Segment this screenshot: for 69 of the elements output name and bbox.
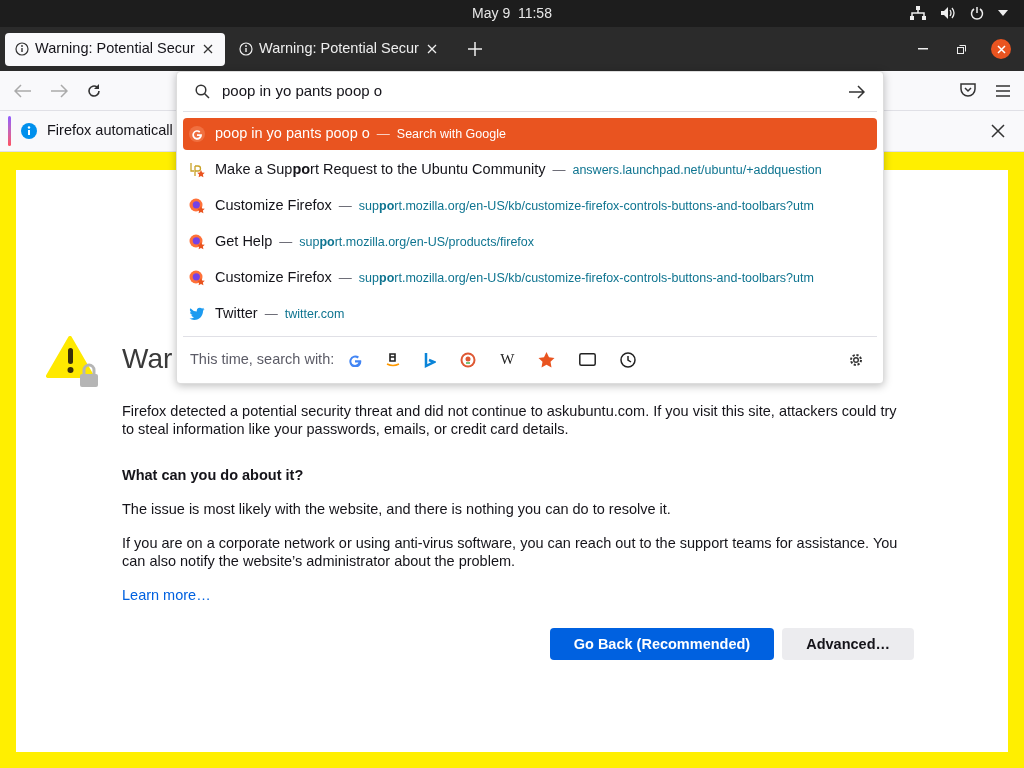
letter-b-icon[interactable] xyxy=(424,351,437,368)
pocket-icon[interactable] xyxy=(960,83,976,98)
result-url: support.mozilla.org/en-US/kb/customize-firefox-controls-buttons-and-toolbars?utm xyxy=(358,269,814,287)
result-url: support.mozilla.org/en-US/kb/customize-firefox-controls-buttons-and-toolbars?utm xyxy=(358,197,814,215)
minimize-icon xyxy=(918,48,928,50)
clock-icon[interactable] xyxy=(620,351,637,368)
search-with-label: This time, search with: xyxy=(190,349,335,369)
info-icon xyxy=(15,42,29,56)
separator-dash: — xyxy=(264,305,278,324)
result-title: Get Help xyxy=(215,232,273,252)
search-action-text: Search with Google xyxy=(396,125,506,143)
menu-icon[interactable] xyxy=(996,84,1010,97)
browser-tab[interactable]: Warning: Potential Secur xyxy=(5,32,225,66)
bookmark-star-icon[interactable] xyxy=(538,351,556,368)
result-title: Customize Firefox xyxy=(215,268,332,288)
result-row[interactable]: Customize Firefox — support.mozilla.org/en-US/kb/customize-firefox-controls-buttons-and-toolbars?utm xyxy=(183,190,877,222)
lp-star-icon xyxy=(189,162,205,178)
reload-icon[interactable] xyxy=(86,82,102,99)
close-icon xyxy=(996,44,1006,54)
advanced-button[interactable]: Advanced… xyxy=(782,628,914,660)
result-title: Customize Firefox xyxy=(215,196,332,216)
volume-icon[interactable] xyxy=(940,6,956,20)
tab-title: Warning: Potential Secur xyxy=(259,39,419,59)
separator-dash: — xyxy=(552,161,566,180)
network-icon[interactable] xyxy=(910,6,926,20)
tab-icon[interactable] xyxy=(579,353,597,366)
g-letter-icon xyxy=(189,126,205,142)
result-row[interactable]: Make a Support Request to the Ubuntu Community — answers.launchpad.net/ubuntu/+addquestion xyxy=(183,154,877,186)
result-url: answers.launchpad.net/ubuntu/+addquestion xyxy=(572,161,822,179)
close-tab-button[interactable] xyxy=(425,42,439,56)
clock[interactable]: May 9 11:58 xyxy=(472,3,552,24)
separator-dash: — xyxy=(279,233,293,252)
result-url: support.mozilla.org/en-US/products/firefox xyxy=(299,233,535,251)
section-heading: What can you do about it? xyxy=(122,466,305,484)
result-title: Make a Support Request to the Ubuntu Community xyxy=(215,160,546,180)
result-title: poop in yo pants poop o xyxy=(215,124,370,144)
body-paragraph: The issue is most likely with the website, and there is nothing you can do to resolve it. xyxy=(122,500,672,518)
separator-dash: — xyxy=(376,125,390,144)
restore-icon xyxy=(956,44,966,54)
go-arrow-icon[interactable] xyxy=(849,84,865,99)
close-window-button[interactable] xyxy=(991,39,1011,59)
result-row[interactable]: Customize Firefox — support.mozilla.org/en-US/kb/customize-firefox-controls-buttons-and-toolbars?utm xyxy=(183,262,877,294)
result-title: Twitter xyxy=(215,304,258,324)
info-icon xyxy=(239,42,253,56)
separator-dash: — xyxy=(338,269,352,288)
settings-icon[interactable] xyxy=(848,351,864,368)
intro-paragraph: Firefox detected a potential security threat and did not continue to askubuntu.com. If you visit this site, attackers could try to steal information like your passwords, emails, or credit card details. xyxy=(122,402,898,438)
search-icon xyxy=(195,84,210,99)
browser-tab[interactable]: Warning: Potential Secur xyxy=(229,32,449,66)
result-url: twitter.com xyxy=(284,305,345,323)
result-row[interactable]: Twitter — twitter.com xyxy=(183,298,877,330)
tab-title: Warning: Potential Secur xyxy=(35,39,195,59)
notification-text: Firefox automaticall xyxy=(47,121,173,141)
bird-icon xyxy=(189,307,205,321)
duck-circle-icon[interactable] xyxy=(460,351,477,368)
power-icon[interactable] xyxy=(970,6,984,20)
learn-more-link[interactable]: Learn more… xyxy=(122,586,211,604)
result-row[interactable]: Get Help — support.mozilla.org/en-US/products/firefox xyxy=(183,226,877,258)
page-heading: War xyxy=(122,342,173,376)
separator-dash: — xyxy=(338,197,352,216)
dropdown-arrow-icon[interactable] xyxy=(998,10,1008,16)
url-text: poop in yo pants poop o xyxy=(222,81,383,102)
info-icon xyxy=(21,123,37,139)
go-back-button[interactable]: Go Back (Recommended) xyxy=(549,628,775,660)
close-tab-button[interactable] xyxy=(201,42,215,56)
plus-icon xyxy=(468,42,482,56)
wiki-icon[interactable]: W xyxy=(500,352,515,367)
result-row[interactable]: poop in yo pants poop o — Search with Google xyxy=(183,118,877,150)
body-paragraph: If you are on a corporate network or using anti-virus software, you can reach out to the support teams for assistance. You can also notify the website’s administrator about the problem. xyxy=(122,534,899,570)
